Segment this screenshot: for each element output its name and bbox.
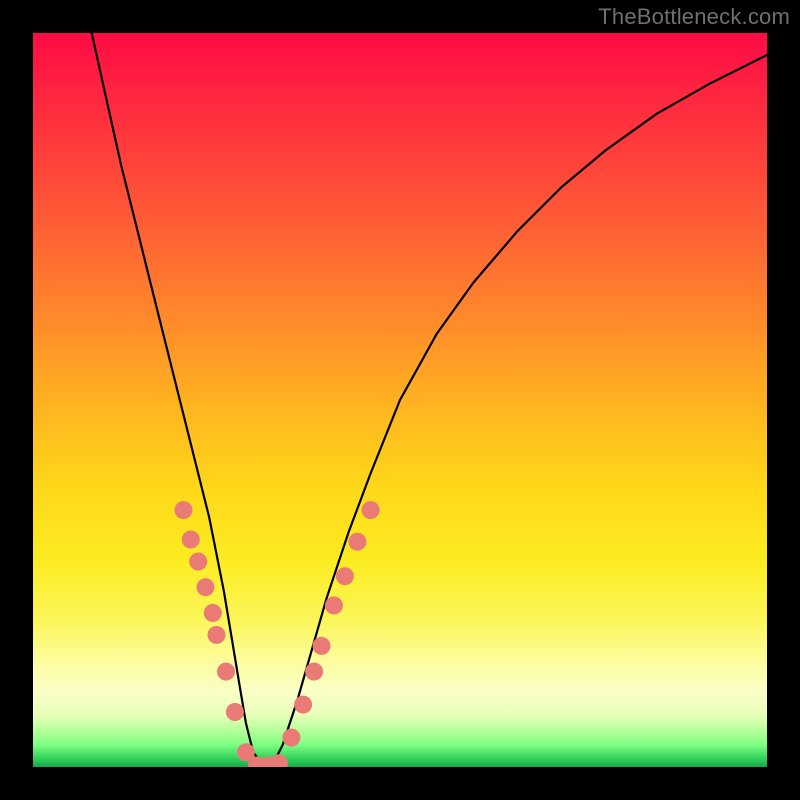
marker-group <box>175 501 380 767</box>
data-point <box>226 703 244 721</box>
data-point <box>197 578 215 596</box>
data-point <box>336 567 354 585</box>
bottleneck-curve <box>92 33 767 767</box>
data-point <box>208 626 226 644</box>
data-point <box>175 501 193 519</box>
watermark-text: TheBottleneck.com <box>598 4 790 30</box>
chart-svg <box>33 33 767 767</box>
plot-area <box>33 33 767 767</box>
data-point <box>204 604 222 622</box>
data-point <box>182 531 200 549</box>
data-point <box>217 663 235 681</box>
data-point <box>325 597 343 615</box>
data-point <box>189 553 207 571</box>
data-point <box>294 696 312 714</box>
data-point <box>305 663 323 681</box>
chart-frame: TheBottleneck.com <box>0 0 800 800</box>
data-point <box>313 637 331 655</box>
data-point <box>270 754 288 767</box>
data-point <box>362 501 380 519</box>
data-point <box>348 533 366 551</box>
data-point <box>282 729 300 747</box>
